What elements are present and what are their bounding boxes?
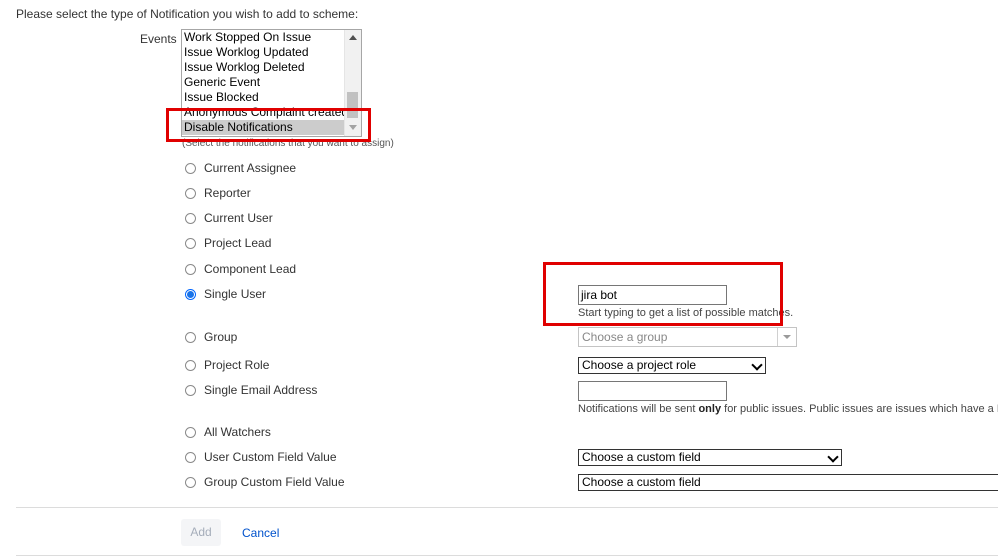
radio-label: Current User bbox=[204, 211, 273, 225]
chevron-down-icon bbox=[751, 359, 763, 371]
scroll-up-arrow-icon[interactable] bbox=[349, 35, 357, 40]
event-option[interactable]: Work Stopped On Issue bbox=[182, 30, 345, 45]
divider-top bbox=[16, 507, 998, 508]
radio-button[interactable] bbox=[185, 384, 196, 396]
radio-button[interactable] bbox=[185, 212, 196, 224]
email-help: Notifications will be sent only for publ… bbox=[578, 403, 998, 415]
radio-group[interactable]: Group bbox=[185, 329, 237, 345]
radio-label: All Watchers bbox=[204, 425, 271, 439]
radio-button[interactable] bbox=[185, 237, 196, 249]
events-label: Events bbox=[140, 32, 177, 46]
radio-project-role[interactable]: Project Role bbox=[185, 357, 269, 373]
radio-button[interactable] bbox=[185, 426, 196, 438]
event-option[interactable]: Generic Event bbox=[182, 75, 345, 90]
radio-label: Single Email Address bbox=[204, 383, 318, 397]
project-role-selected: Choose a project role bbox=[582, 358, 697, 372]
radio-button[interactable] bbox=[185, 476, 196, 488]
group-custom-field-selected: Choose a custom field bbox=[582, 475, 701, 489]
event-option[interactable]: Issue Worklog Deleted bbox=[182, 60, 345, 75]
radio-all-watchers[interactable]: All Watchers bbox=[185, 424, 271, 440]
radio-button[interactable] bbox=[185, 359, 196, 371]
group-custom-field-select[interactable]: Choose a custom field bbox=[578, 474, 998, 491]
radio-label: Group Custom Field Value bbox=[204, 475, 345, 489]
radio-button[interactable] bbox=[185, 263, 196, 275]
radio-reporter[interactable]: Reporter bbox=[185, 185, 251, 201]
radio-single-email[interactable]: Single Email Address bbox=[185, 382, 317, 398]
email-input[interactable] bbox=[578, 381, 727, 401]
radio-label: Project Role bbox=[204, 358, 270, 372]
user-custom-field-select[interactable]: Choose a custom field bbox=[578, 449, 842, 466]
radio-user-custom-field[interactable]: User Custom Field Value bbox=[185, 449, 337, 465]
radio-current-user[interactable]: Current User bbox=[185, 210, 273, 226]
radio-component-lead[interactable]: Component Lead bbox=[185, 261, 296, 277]
radio-label: User Custom Field Value bbox=[204, 450, 337, 464]
user-custom-field-selected: Choose a custom field bbox=[582, 450, 701, 464]
highlight-box-events bbox=[166, 108, 371, 142]
radio-label: Single User bbox=[204, 287, 267, 301]
radio-label: Group bbox=[204, 330, 238, 344]
add-button[interactable]: Add bbox=[181, 519, 221, 546]
radio-current-assignee[interactable]: Current Assignee bbox=[185, 160, 296, 176]
group-placeholder: Choose a group bbox=[582, 330, 668, 344]
divider-bottom bbox=[16, 555, 998, 556]
email-help-suffix: for public issues. Public issues are iss… bbox=[724, 403, 998, 415]
radio-project-lead[interactable]: Project Lead bbox=[185, 235, 271, 251]
radio-label: Reporter bbox=[204, 186, 251, 200]
intro-text: Please select the type of Notification y… bbox=[16, 7, 359, 21]
radio-button[interactable] bbox=[185, 331, 196, 343]
radio-label: Current Assignee bbox=[204, 161, 297, 175]
cancel-link[interactable]: Cancel bbox=[242, 526, 279, 540]
project-role-select[interactable]: Choose a project role bbox=[578, 357, 766, 374]
radio-group-custom-field[interactable]: Group Custom Field Value bbox=[185, 474, 345, 490]
group-picker[interactable]: Choose a group bbox=[578, 327, 797, 347]
email-help-bold: only bbox=[698, 403, 722, 415]
radio-single-user[interactable]: Single User bbox=[185, 286, 266, 302]
email-help-prefix: Notifications will be sent bbox=[578, 403, 699, 415]
highlight-box-single-user bbox=[543, 262, 783, 326]
radio-button[interactable] bbox=[185, 451, 196, 463]
chevron-down-icon bbox=[827, 451, 839, 463]
event-option[interactable]: Issue Worklog Updated bbox=[182, 45, 345, 60]
radio-button[interactable] bbox=[185, 162, 196, 174]
radio-label: Component Lead bbox=[204, 262, 297, 276]
event-option[interactable]: Issue Blocked bbox=[182, 90, 345, 105]
dropdown-arrow-icon[interactable] bbox=[777, 328, 796, 346]
radio-button[interactable] bbox=[185, 187, 196, 199]
radio-button-checked[interactable] bbox=[185, 288, 196, 300]
radio-label: Project Lead bbox=[204, 236, 272, 250]
